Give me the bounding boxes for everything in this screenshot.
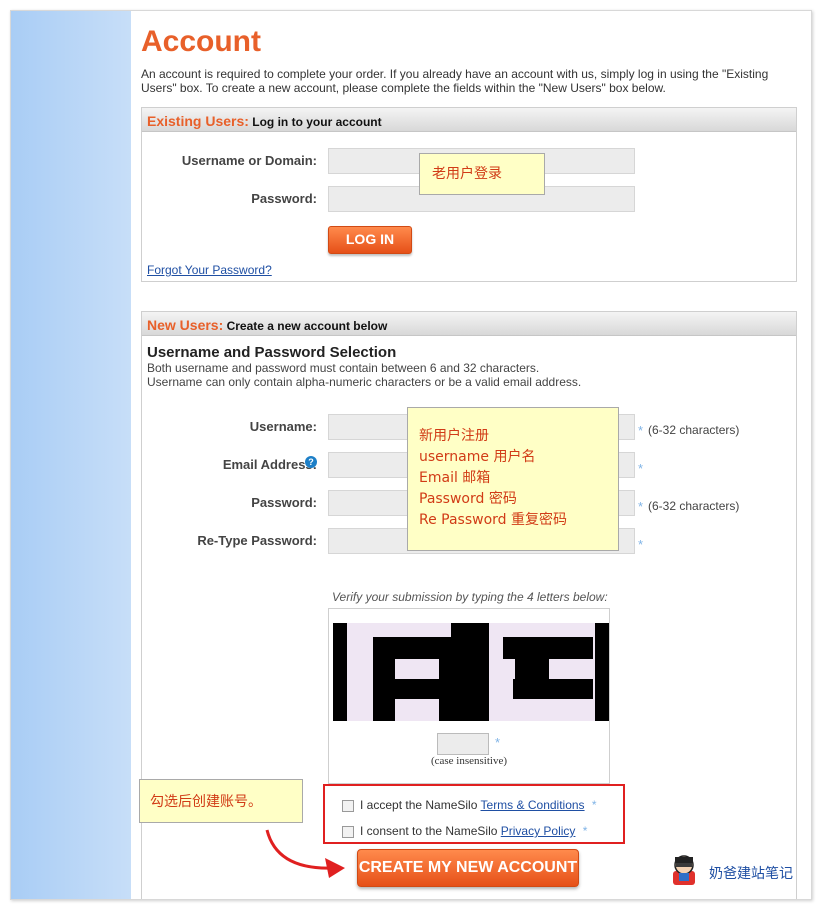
existing-users-header: Existing Users: Log in to your account: [142, 108, 796, 132]
required-star: *: [638, 423, 644, 438]
help-icon[interactable]: ?: [305, 456, 317, 468]
accept-terms-checkbox[interactable]: [342, 799, 354, 812]
captcha-case-note: (case insensitive): [430, 755, 508, 767]
consent-privacy-text: I consent to the NameSilo: [360, 824, 501, 838]
accept-terms-row: I accept the NameSilo Terms & Conditions…: [342, 798, 597, 812]
note-line: Email 邮箱: [419, 470, 491, 486]
left-sidebar: [11, 11, 131, 899]
note-line: Password 密码: [419, 491, 517, 507]
new-users-header: New Users: Create a new account below: [142, 312, 796, 336]
section-description-line-2: Username can only contain alpha-numeric …: [147, 375, 582, 389]
required-star: *: [638, 461, 644, 476]
required-star: *: [638, 499, 644, 514]
page-frame: Account An account is required to comple…: [10, 10, 812, 900]
login-button[interactable]: LOG IN: [328, 226, 412, 254]
captcha-input[interactable]: [437, 733, 489, 755]
arrow-icon: [265, 829, 345, 878]
username-or-domain-label: Username or Domain:: [181, 153, 317, 168]
watermark-text: 奶爸建站笔记: [709, 866, 793, 882]
new-users-heading: Create a new account below: [223, 319, 388, 333]
checkbox-note: 勾选后创建账号。: [139, 779, 303, 823]
note-line: username 用户名: [419, 449, 536, 465]
section-description: Both username and password must contain …: [147, 361, 581, 389]
existing-users-note: 老用户登录: [419, 153, 545, 195]
username-length-hint: (6-32 characters): [648, 423, 740, 437]
note-line: Re Password 重复密码: [419, 512, 568, 528]
watermark: 奶爸建站笔记: [667, 853, 807, 893]
accept-terms-text: I accept the NameSilo: [360, 798, 481, 812]
new-users-accent: New Users:: [147, 317, 224, 333]
email-label-text: Email Address:: [222, 457, 317, 472]
login-password-label: Password:: [251, 191, 317, 206]
password-label: Password:: [251, 495, 317, 510]
username-label: Username:: [249, 419, 317, 434]
required-star: *: [591, 798, 597, 812]
captcha-box: * (case insensitive): [328, 608, 610, 784]
intro-text: An account is required to complete your …: [141, 67, 769, 95]
create-account-button[interactable]: CREATE MY NEW ACCOUNT: [357, 849, 579, 887]
required-star: *: [582, 824, 588, 838]
captcha-image: [333, 623, 609, 721]
captcha-prompt: Verify your submission by typing the 4 l…: [332, 590, 608, 604]
required-star: *: [495, 735, 501, 750]
password-length-hint: (6-32 characters): [648, 499, 740, 513]
consent-privacy-row: I consent to the NameSilo Privacy Policy…: [342, 824, 587, 838]
required-star: *: [638, 537, 644, 552]
page-title: Account: [141, 25, 261, 58]
privacy-link[interactable]: Privacy Policy: [501, 824, 576, 838]
section-title: Username and Password Selection: [147, 344, 397, 361]
forgot-password-link[interactable]: Forgot Your Password?: [147, 263, 272, 277]
email-label: Email Address:: [142, 457, 317, 472]
section-description-line-1: Both username and password must contain …: [147, 361, 540, 375]
existing-users-accent: Existing Users:: [147, 113, 249, 129]
existing-users-heading: Log in to your account: [248, 115, 382, 129]
note-line: 新用户注册: [419, 428, 489, 444]
mascot-icon: [673, 855, 695, 885]
retype-password-label: Re-Type Password:: [197, 533, 317, 548]
new-users-note: 新用户注册 username 用户名 Email 邮箱 Password 密码 …: [407, 407, 619, 551]
terms-link[interactable]: Terms & Conditions: [481, 798, 585, 812]
